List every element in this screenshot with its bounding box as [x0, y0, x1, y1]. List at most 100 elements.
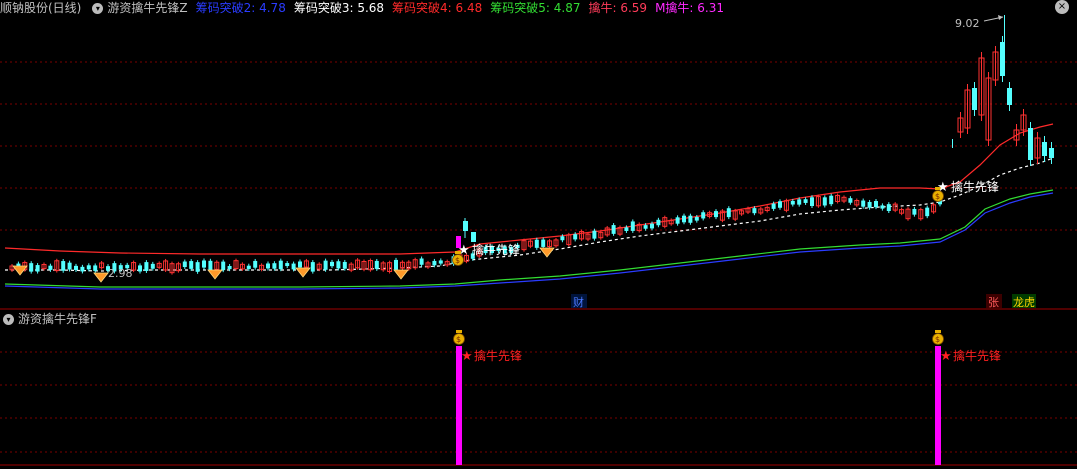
candle-body [972, 88, 977, 110]
legend-value: 4.87 [553, 1, 581, 15]
lower-signal-label-2: 擒牛先锋 [953, 348, 1001, 363]
candle-body [195, 262, 200, 272]
candle-body [432, 260, 437, 266]
candle-body [253, 260, 258, 268]
candle-body [138, 265, 142, 272]
candle-body [592, 230, 597, 239]
candle-body [912, 208, 917, 215]
candle-body [803, 199, 808, 203]
candle-body [675, 217, 680, 224]
candle-body [925, 207, 930, 217]
legend-item: 筹码突破5: 4.87 [490, 1, 580, 15]
candle-body [1042, 142, 1047, 156]
legend-label: 筹码突破2: [195, 1, 260, 15]
signal-label-1: 擒牛先锋 [472, 242, 520, 257]
candle-body [1007, 88, 1012, 105]
legend-label: M擒牛: [655, 1, 698, 15]
signal-bars [456, 346, 941, 465]
candle-body [67, 262, 72, 270]
lower-signal-label-1: 擒牛先锋 [474, 348, 522, 363]
legend-item: 筹码突破2: 4.78 [196, 1, 286, 15]
candle-body [419, 258, 424, 265]
candle-body [48, 265, 53, 270]
candle-body [688, 215, 693, 223]
legend-value: 4.78 [259, 1, 286, 15]
candle-body [278, 260, 283, 270]
ma-line-red [4, 123, 1054, 255]
legend-label: 筹码突破5: [490, 1, 554, 15]
candle-body [298, 261, 302, 268]
diamond-icon [207, 269, 223, 280]
lower-indicator-name[interactable]: 游资擒牛先锋F [18, 311, 97, 327]
candle-body [630, 221, 635, 231]
legend-value: 5.68 [357, 1, 385, 15]
candle-body [701, 212, 706, 219]
legend-label: 筹码突破3: [293, 1, 358, 15]
money-bag-tie [935, 330, 941, 333]
candle-body [771, 203, 776, 209]
candle-body [266, 263, 270, 269]
candle-body [752, 208, 757, 214]
low-price-label: 2.98 [108, 267, 133, 280]
candle-body [323, 260, 328, 270]
candles-layer [9, 15, 1054, 275]
close-icon[interactable]: × [1055, 0, 1069, 14]
candle-body [880, 205, 885, 209]
candle-body [1049, 148, 1054, 158]
high-price-label: 9.02 [955, 17, 980, 30]
candle-body [810, 197, 814, 207]
candle-body [221, 261, 226, 271]
legend-value: 6.31 [697, 1, 724, 15]
money-bag-glyph: $ [935, 335, 940, 344]
chart-canvas[interactable]: $$$ $ 9.02 2.98 ★ 擒牛先锋 ★ 擒牛先锋 ★ 擒牛先锋 ★ 擒牛… [0, 0, 1077, 469]
candle-body [829, 195, 834, 205]
indicator-legend: 筹码突破2: 4.78 筹码突破3: 5.68 筹码突破4: 6.48 筹码突破5: … [196, 0, 732, 16]
badge-longhu-text: 龙虎 [1013, 296, 1035, 309]
candle-body [560, 236, 565, 241]
candle-body [144, 262, 149, 271]
candle-body [822, 197, 827, 206]
lower-header: ▾ 游资擒牛先锋F [0, 311, 97, 327]
indicator-name[interactable]: 游资擒牛先锋Z [107, 0, 187, 16]
candle-body [541, 239, 546, 247]
candle-body [471, 232, 476, 242]
legend-label: 擒牛: [588, 1, 621, 15]
legend-value: 6.48 [455, 1, 483, 15]
candle-body [246, 265, 251, 269]
candle-body [291, 263, 296, 270]
candle-body [74, 265, 78, 271]
candle-body [272, 263, 277, 269]
candle-body [797, 199, 802, 205]
candle-body [330, 261, 334, 267]
candle-body [611, 225, 616, 234]
candle-body [861, 200, 866, 207]
diamond-icon [393, 269, 409, 280]
candle-body [714, 211, 718, 218]
candle-body [202, 260, 206, 268]
high-price-arrow [998, 15, 1003, 20]
candle-body [848, 198, 853, 203]
main-header: 顺钠股份(日线) ▾ 游资擒牛先锋Z 筹码突破2: 4.78 筹码突破3: 5.6… [0, 0, 732, 16]
indicator-dropdown-icon[interactable]: ▾ [92, 2, 104, 14]
candle-body [643, 225, 648, 229]
legend-label: 筹码突破4: [392, 1, 456, 15]
candle-body [80, 266, 85, 272]
candle-body [342, 261, 347, 269]
legend-item: 擒牛: 6.59 [588, 1, 647, 15]
indicator-dropdown-icon[interactable]: ▾ [3, 313, 14, 325]
lower-grid [0, 351, 1077, 453]
diamond-icon [539, 247, 555, 258]
candle-body [534, 239, 539, 248]
candle-body [726, 208, 731, 218]
candle-body [867, 201, 872, 208]
candle-body [285, 263, 290, 267]
signal-label-2: 擒牛先锋 [951, 179, 999, 194]
candle-body [624, 227, 629, 231]
candle-body [86, 265, 91, 270]
legend-item: 筹码突破4: 6.48 [392, 1, 482, 15]
candle-body [35, 265, 40, 272]
candle-body [573, 234, 578, 240]
candle-body [336, 261, 341, 269]
candle-body [61, 261, 66, 271]
candle-body [310, 262, 315, 272]
